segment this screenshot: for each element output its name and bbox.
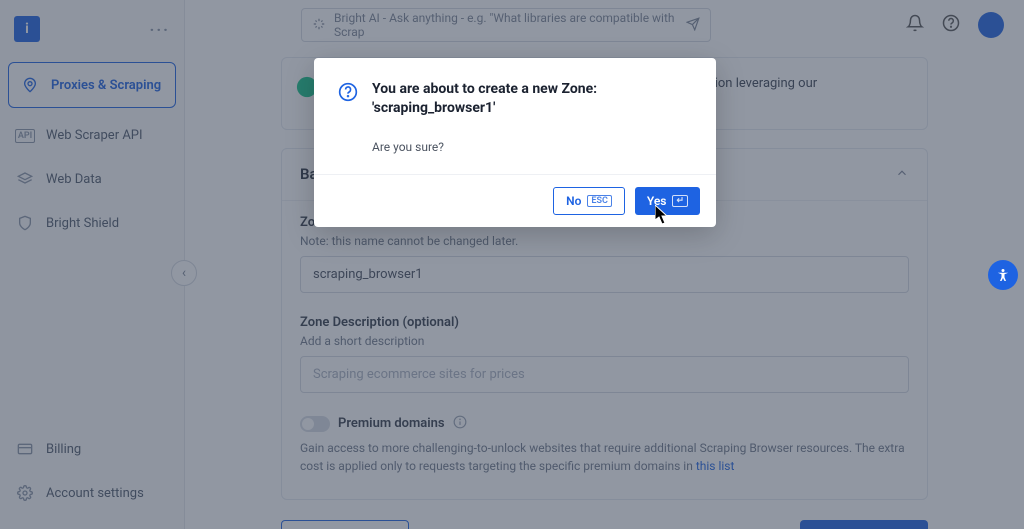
premium-label: Premium domains — [338, 416, 445, 431]
zone-desc-input[interactable] — [300, 356, 909, 393]
card-icon — [16, 441, 34, 457]
ai-search-input[interactable]: Bright AI - Ask anything - e.g. "What li… — [301, 8, 711, 42]
premium-list-link[interactable]: this list — [696, 459, 735, 473]
app-logo[interactable]: i — [14, 16, 40, 42]
bell-icon[interactable] — [906, 14, 924, 36]
ai-placeholder: Bright AI - Ask anything - e.g. "What li… — [334, 11, 678, 39]
sidebar-logo-row: i ··· — [0, 16, 184, 56]
sidebar-item-label: Proxies & Scraping — [51, 78, 161, 93]
zone-name-note: Note: this name cannot be changed later. — [300, 234, 909, 248]
confirm-modal: You are about to create a new Zone: 'scr… — [314, 58, 716, 227]
zone-desc-label: Zone Description (optional) — [300, 315, 909, 330]
more-icon[interactable]: ··· — [150, 20, 170, 39]
sidebar-item-label: Web Scraper API — [46, 128, 143, 143]
shield-icon — [16, 215, 34, 231]
premium-help: Gain access to more challenging-to-unloc… — [300, 439, 909, 475]
add-button[interactable]: Add — [800, 520, 928, 529]
zone-name-input[interactable] — [300, 256, 909, 293]
proxies-icon — [21, 77, 39, 93]
sidebar: i ··· Proxies & Scraping API Web Scraper… — [0, 0, 185, 529]
sidebar-item-scraperapi[interactable]: API Web Scraper API — [0, 114, 184, 157]
avatar[interactable] — [978, 12, 1004, 38]
enter-key: ↵ — [672, 195, 688, 207]
sidebar-item-shield[interactable]: Bright Shield — [0, 201, 184, 245]
layers-icon — [16, 171, 34, 187]
footer-buttons: Back Add — [281, 520, 928, 529]
sidebar-item-label: Bright Shield — [46, 216, 119, 231]
api-icon: API — [16, 129, 34, 143]
back-button[interactable]: Back — [281, 520, 409, 529]
topbar: Bright AI - Ask anything - e.g. "What li… — [185, 0, 1024, 51]
modal-no-button[interactable]: NoESC — [553, 187, 625, 215]
send-icon[interactable] — [686, 17, 700, 34]
sidebar-item-label: Account settings — [46, 486, 144, 501]
modal-yes-button[interactable]: Yes↵ — [635, 187, 700, 215]
sidebar-item-proxies[interactable]: Proxies & Scraping — [8, 62, 176, 108]
premium-toggle[interactable] — [300, 416, 330, 432]
modal-title-line2: 'scraping_browser1' — [372, 100, 495, 116]
accessibility-button[interactable] — [988, 260, 1018, 290]
sidebar-item-webdata[interactable]: Web Data — [0, 157, 184, 201]
modal-confirm-text: Are you sure? — [372, 140, 597, 154]
sidebar-item-billing[interactable]: Billing — [0, 427, 184, 471]
info-icon[interactable] — [453, 415, 467, 433]
zone-desc-note: Add a short description — [300, 334, 909, 348]
help-icon[interactable] — [942, 14, 960, 36]
chevron-up-icon — [895, 165, 909, 184]
esc-key: ESC — [587, 195, 611, 207]
modal-question-icon — [338, 82, 360, 154]
gear-icon — [16, 485, 34, 501]
modal-title-line1: You are about to create a new Zone: — [372, 81, 597, 97]
sidebar-item-label: Web Data — [46, 172, 102, 187]
sidebar-item-label: Billing — [46, 442, 81, 457]
sidebar-item-account[interactable]: Account settings — [0, 471, 184, 515]
sparkle-icon — [312, 17, 326, 34]
collapse-sidebar-button[interactable]: ‹ — [171, 260, 197, 286]
